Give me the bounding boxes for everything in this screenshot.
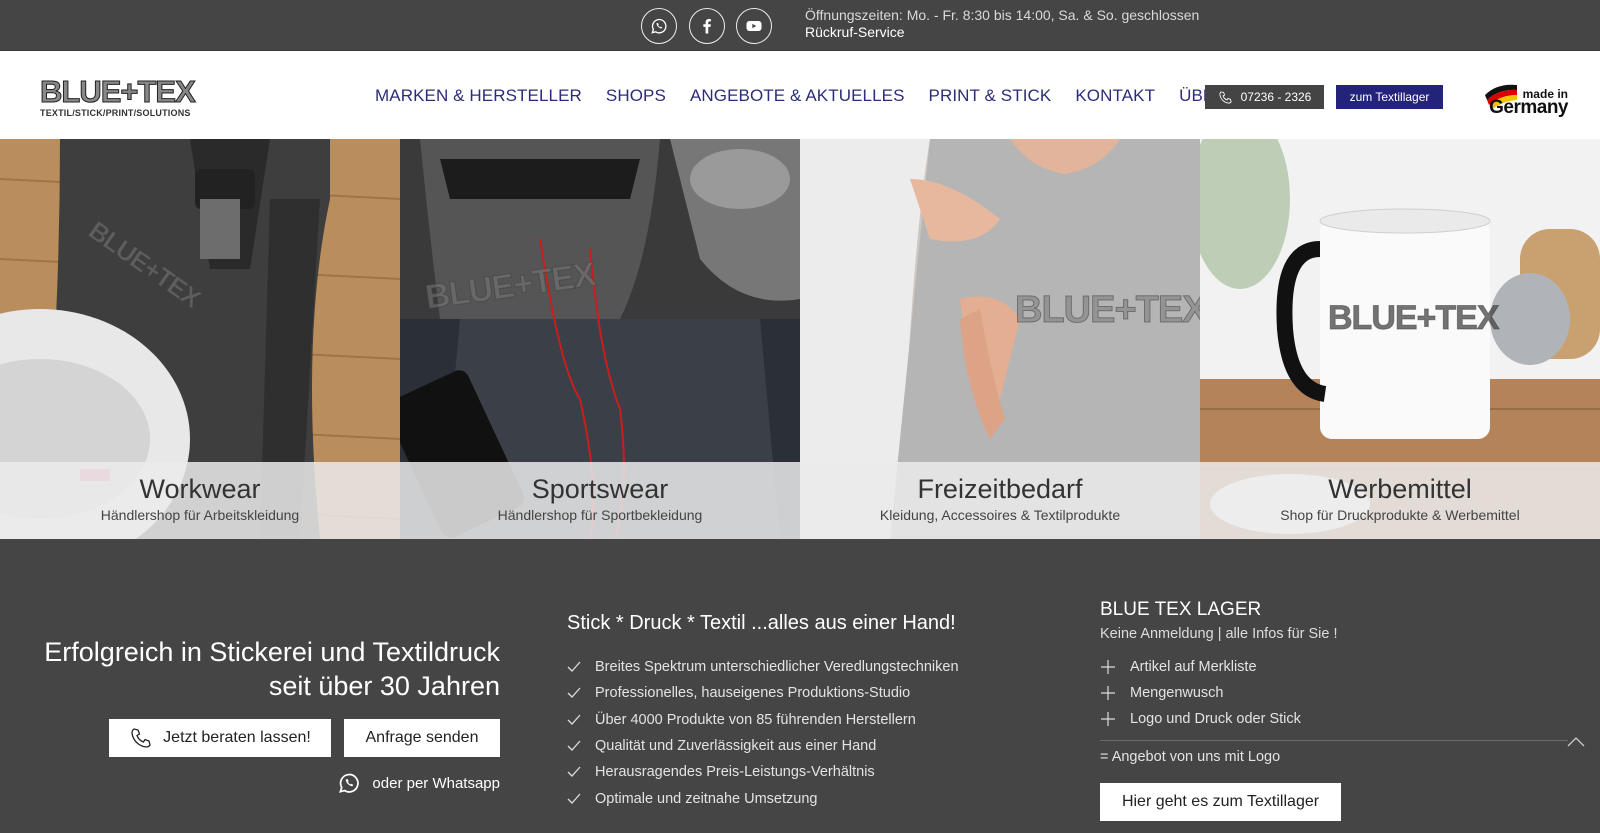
feature-text: Professionelles, hauseigenes Produktions… xyxy=(595,685,911,702)
whatsapp-link[interactable] xyxy=(641,8,677,44)
tagline-line-2: seit über 30 Jahren xyxy=(268,671,500,701)
tagline-line-1: Erfolgreich in Stickerei und Textildruck xyxy=(44,637,500,667)
tile-sportswear[interactable]: BLUE+TEX Sportswear Händlershop für Spor… xyxy=(400,139,800,539)
lager-title: BLUE TEX LAGER xyxy=(1100,599,1262,620)
tile-sportswear-title: Sportswear xyxy=(531,474,669,504)
top-bar: Öffnungszeiten: Mo. - Fr. 8:30 bis 14:00… xyxy=(0,0,1600,51)
chevron-up-icon[interactable] xyxy=(1566,735,1586,749)
feature-text: Über 4000 Produkte von 85 führenden Hers… xyxy=(595,711,916,728)
nav-shops[interactable]: SHOPS xyxy=(606,86,666,106)
tile-werbemittel-caption: Werbemittel Shop für Druckprodukte & Wer… xyxy=(1200,462,1600,539)
advice-button[interactable]: Jetzt beraten lassen! xyxy=(109,719,331,757)
list-item: Qualität und Zuverlässigkeit aus einer H… xyxy=(567,733,959,759)
callback-service-link[interactable]: Rückruf-Service xyxy=(805,24,1199,41)
lager-subtitle: Keine Anmeldung | alle Infos für Sie ! xyxy=(1100,626,1338,642)
tile-werbemittel-subtitle: Shop für Druckprodukte & Werbemittel xyxy=(1280,507,1520,523)
lager-step-text: Mengenwusch xyxy=(1130,685,1224,701)
list-item: Logo und Druck oder Stick xyxy=(1100,706,1568,732)
check-icon xyxy=(567,688,581,699)
lager-offer-line: = Angebot von uns mit Logo xyxy=(1100,749,1281,765)
whatsapp-icon xyxy=(651,18,667,34)
phone-button[interactable]: 07236 - 2326 xyxy=(1205,85,1324,109)
tile-freizeitbedarf[interactable]: BLUE+TEX Freizeitbedarf Kleidung, Access… xyxy=(800,139,1200,539)
nav-kontakt[interactable]: KONTAKT xyxy=(1075,86,1155,106)
tile-workwear[interactable]: BLUE+TEX Workwear Händlershop für Arbeit… xyxy=(0,139,400,539)
logo-wordmark: BLUE+TEX xyxy=(40,74,197,109)
phone-icon xyxy=(131,728,151,748)
lager-cta-button[interactable]: Hier geht es zum Textillager xyxy=(1100,783,1341,821)
tile-sportswear-caption: Sportswear Händlershop für Sportbekleidu… xyxy=(400,462,800,539)
category-tiles: BLUE+TEX Workwear Händlershop für Arbeit… xyxy=(0,139,1600,539)
whatsapp-icon xyxy=(339,773,360,793)
feature-text: Optimale und zeitnahe Umsetzung xyxy=(595,790,818,807)
opening-hours-text: Öffnungszeiten: Mo. - Fr. 8:30 bis 14:00… xyxy=(805,7,1200,23)
tile-freizeitbedarf-title: Freizeitbedarf xyxy=(917,474,1083,504)
lager-step-text: Artikel auf Merkliste xyxy=(1130,659,1257,675)
list-item: Herausragendes Preis-Leistungs-Verhältni… xyxy=(567,759,959,785)
textillager-button[interactable]: zum Textillager xyxy=(1336,85,1443,109)
list-item: Über 4000 Produkte von 85 führenden Hers… xyxy=(567,707,959,733)
opening-hours: Öffnungszeiten: Mo. - Fr. 8:30 bis 14:00… xyxy=(805,7,1199,41)
check-icon xyxy=(567,714,581,725)
site-header: BLUE+TEX TEXTIL/STICK/PRINT/SOLUTIONS MA… xyxy=(0,51,1600,139)
check-icon xyxy=(567,793,581,804)
facebook-link[interactable] xyxy=(689,8,725,44)
whatsapp-contact-link[interactable]: oder per Whatsapp xyxy=(336,770,500,796)
tile-workwear-title: Workwear xyxy=(139,474,261,504)
check-icon xyxy=(567,740,581,751)
tile-werbemittel-title: Werbemittel xyxy=(1328,474,1472,504)
lager-divider xyxy=(1100,740,1568,741)
feature-text: Qualität und Zuverlässigkeit aus einer H… xyxy=(595,738,877,755)
nav-marken-hersteller[interactable]: MARKEN & HERSTELLER xyxy=(375,86,582,106)
check-icon xyxy=(567,766,581,778)
plus-icon xyxy=(1101,686,1115,700)
features-list: Breites Spektrum unterschiedlicher Vered… xyxy=(567,654,959,812)
made-in-germany-badge: made in Germany xyxy=(1483,75,1568,119)
nav-print-stick[interactable]: PRINT & STICK xyxy=(929,86,1052,106)
youtube-link[interactable] xyxy=(736,8,772,44)
tile-freizeitbedarf-caption: Freizeitbedarf Kleidung, Accessoires & T… xyxy=(800,462,1200,539)
company-tagline: Erfolgreich in Stickerei und Textildruck… xyxy=(44,635,500,703)
list-item: Optimale und zeitnahe Umsetzung xyxy=(567,785,959,811)
germany-text: Germany xyxy=(1489,97,1568,118)
tile-workwear-caption: Workwear Händlershop für Arbeitskleidung xyxy=(0,462,400,539)
feature-text: Herausragendes Preis-Leistungs-Verhältni… xyxy=(595,764,875,781)
blue-tex-logo[interactable]: BLUE+TEX TEXTIL/STICK/PRINT/SOLUTIONS xyxy=(40,74,197,119)
advice-button-label: Jetzt beraten lassen! xyxy=(163,729,311,746)
main-nav: MARKEN & HERSTELLER SHOPS ANGEBOTE & AKT… xyxy=(375,86,1292,106)
request-button[interactable]: Anfrage senden xyxy=(344,719,500,757)
freizeitbedarf-ghost-logo: BLUE+TEX xyxy=(1015,289,1200,332)
features-title: Stick * Druck * Textil ...alles aus eine… xyxy=(567,612,956,634)
check-icon xyxy=(567,661,581,673)
facebook-icon xyxy=(703,19,711,34)
list-item: Mengenwusch xyxy=(1100,680,1568,706)
info-section: Erfolgreich in Stickerei und Textildruck… xyxy=(0,539,1600,833)
tile-freizeitbedarf-subtitle: Kleidung, Accessoires & Textilprodukte xyxy=(879,507,1121,523)
lager-steps-list: Artikel auf Merkliste Mengenwusch Logo u… xyxy=(1100,654,1568,732)
feature-text: Breites Spektrum unterschiedlicher Vered… xyxy=(595,659,959,676)
phone-icon xyxy=(1219,90,1232,104)
nav-angebote-aktuelles[interactable]: ANGEBOTE & AKTUELLES xyxy=(690,86,905,106)
list-item: Professionelles, hauseigenes Produktions… xyxy=(567,680,959,706)
whatsapp-contact-text: oder per Whatsapp xyxy=(372,774,500,792)
logo-tagline: TEXTIL/STICK/PRINT/SOLUTIONS xyxy=(40,108,191,118)
phone-number: 07236 - 2326 xyxy=(1240,90,1312,104)
tile-workwear-subtitle: Händlershop für Arbeitskleidung xyxy=(100,507,300,523)
list-item: Artikel auf Merkliste xyxy=(1100,654,1568,680)
youtube-icon xyxy=(746,21,762,31)
werbemittel-ghost-logo: BLUE+TEX xyxy=(1328,299,1501,338)
tile-sportswear-subtitle: Händlershop für Sportbekleidung xyxy=(497,507,703,523)
lager-step-text: Logo und Druck oder Stick xyxy=(1130,711,1301,727)
plus-icon xyxy=(1101,660,1115,674)
plus-icon xyxy=(1101,712,1115,726)
list-item: Breites Spektrum unterschiedlicher Vered… xyxy=(567,654,959,680)
tile-werbemittel[interactable]: BLUE+TEX Werbemittel Shop für Druckprodu… xyxy=(1200,139,1600,539)
